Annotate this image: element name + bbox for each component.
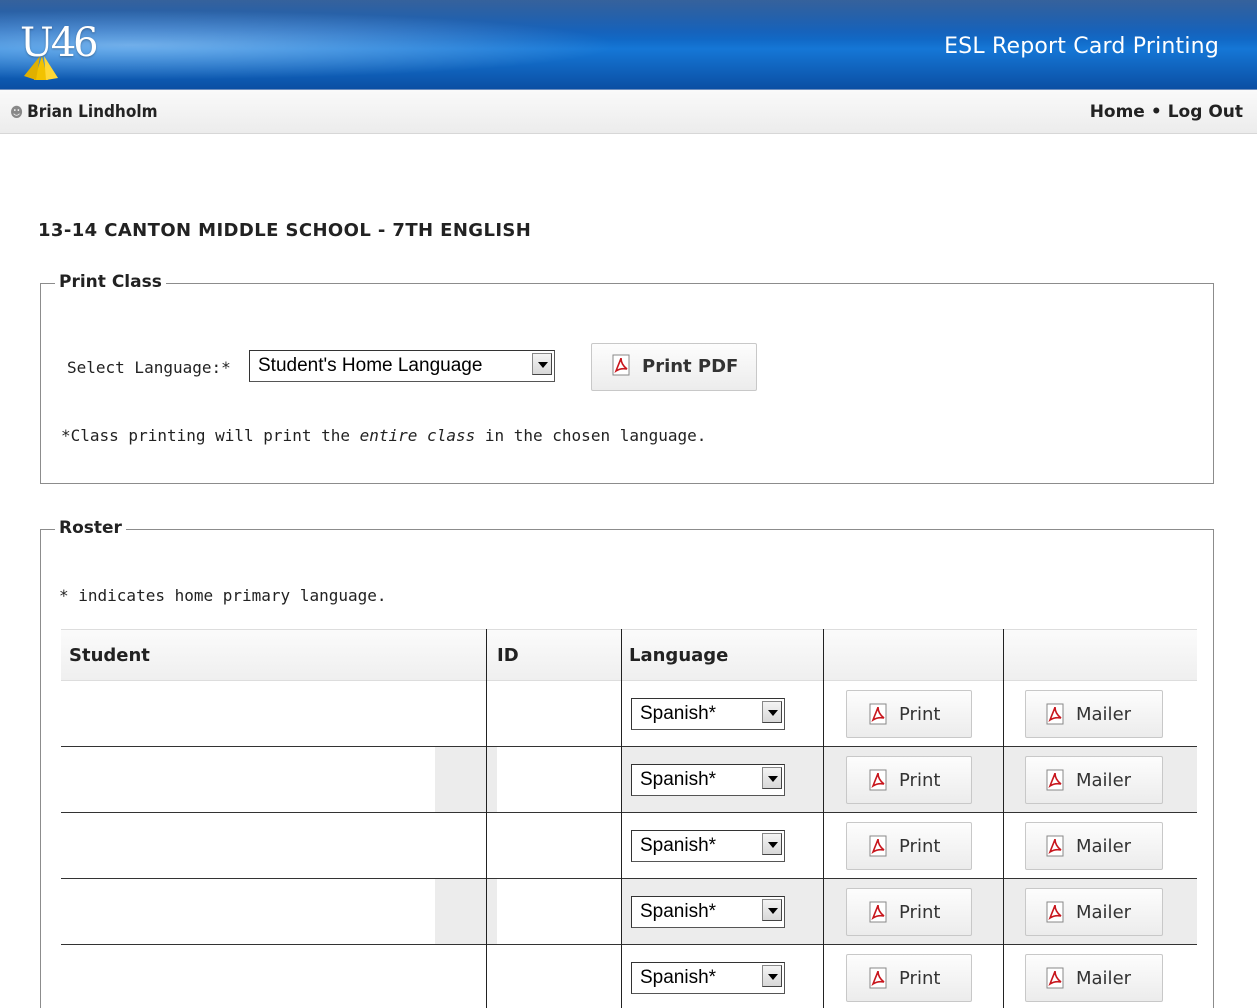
header-banner: U46 ESL Report Card Printing — [0, 0, 1257, 90]
select-language-label: Select Language:* — [67, 358, 231, 377]
column-divider — [823, 629, 824, 1008]
print-class-fieldset: Print Class Select Language:* Student's … — [40, 272, 1214, 484]
student-cell — [61, 747, 435, 813]
row-language-select[interactable]: Spanish* — [631, 896, 785, 928]
row-language-select[interactable]: Spanish* — [631, 962, 785, 994]
pdf-icon — [869, 967, 887, 989]
row-language-select[interactable]: Spanish* — [631, 698, 785, 730]
table-header: Student ID Language — [61, 629, 1197, 681]
mailer-button[interactable]: Mailer — [1025, 756, 1163, 804]
class-printing-note: *Class printing will print the entire cl… — [61, 426, 706, 445]
mailer-label: Mailer — [1076, 704, 1132, 725]
chevron-down-icon[interactable] — [762, 701, 782, 723]
id-cell — [497, 879, 621, 945]
mailer-button[interactable]: Mailer — [1025, 690, 1163, 738]
pdf-icon — [612, 354, 630, 376]
row-language-value: Spanish* — [640, 769, 717, 790]
print-button[interactable]: Print — [846, 756, 972, 804]
nav-home-link[interactable]: Home — [1090, 102, 1145, 122]
print-label: Print — [899, 902, 941, 923]
mailer-label: Mailer — [1076, 770, 1132, 791]
roster-note: * indicates home primary language. — [59, 586, 387, 605]
mailer-button[interactable]: Mailer — [1025, 888, 1163, 936]
print-button[interactable]: Print — [846, 822, 972, 870]
row-language-value: Spanish* — [640, 901, 717, 922]
chevron-down-icon[interactable] — [762, 767, 782, 789]
roster-legend: Roster — [55, 518, 126, 538]
col-header-id: ID — [497, 645, 519, 666]
column-divider — [621, 629, 622, 1008]
pdf-icon — [1046, 967, 1064, 989]
app-title: ESL Report Card Printing — [944, 34, 1219, 59]
id-cell — [497, 747, 621, 813]
chevron-down-icon[interactable] — [532, 353, 552, 375]
logo-text: U46 — [20, 20, 99, 66]
user-icon: ☻ — [10, 105, 24, 121]
col-header-student: Student — [69, 645, 150, 666]
print-pdf-button[interactable]: Print PDF — [591, 343, 757, 391]
pdf-icon — [1046, 901, 1064, 923]
col-header-language: Language — [629, 645, 729, 666]
mailer-label: Mailer — [1076, 902, 1132, 923]
nav-separator: • — [1150, 102, 1162, 122]
page-title: 13-14 CANTON MIDDLE SCHOOL - 7TH ENGLISH — [38, 220, 532, 241]
current-user: ☻ Brian Lindholm — [10, 102, 158, 122]
print-button[interactable]: Print — [846, 954, 972, 1002]
pdf-icon — [869, 703, 887, 725]
row-language-select[interactable]: Spanish* — [631, 764, 785, 796]
column-divider — [486, 629, 487, 1008]
row-language-value: Spanish* — [640, 835, 717, 856]
table-row: Spanish* Print Mailer — [61, 747, 1197, 813]
table-row: Spanish* Print Mailer — [61, 681, 1197, 747]
mailer-label: Mailer — [1076, 836, 1132, 857]
print-label: Print — [899, 968, 941, 989]
roster-fieldset: Roster * indicates home primary language… — [40, 518, 1214, 1008]
table-row: Spanish* Print Mailer — [61, 813, 1197, 879]
column-divider — [1003, 629, 1004, 1008]
print-label: Print — [899, 704, 941, 725]
mailer-label: Mailer — [1076, 968, 1132, 989]
row-language-value: Spanish* — [640, 967, 717, 988]
pdf-icon — [1046, 835, 1064, 857]
class-language-value: Student's Home Language — [258, 355, 483, 376]
chevron-down-icon[interactable] — [762, 833, 782, 855]
print-pdf-label: Print PDF — [642, 356, 739, 377]
note-prefix: *Class printing will print the — [61, 426, 360, 445]
user-name: Brian Lindholm — [27, 102, 158, 122]
chevron-down-icon[interactable] — [762, 965, 782, 987]
mailer-button[interactable]: Mailer — [1025, 954, 1163, 1002]
row-language-value: Spanish* — [640, 703, 717, 724]
print-label: Print — [899, 836, 941, 857]
print-button[interactable]: Print — [846, 888, 972, 936]
pdf-icon — [869, 901, 887, 923]
note-emphasis: entire class — [359, 426, 476, 445]
pdf-icon — [1046, 769, 1064, 791]
pdf-icon — [869, 769, 887, 791]
row-language-select[interactable]: Spanish* — [631, 830, 785, 862]
table-row: Spanish* Print Mailer — [61, 945, 1197, 1008]
top-nav: Home • Log Out — [1090, 102, 1243, 122]
pdf-icon — [1046, 703, 1064, 725]
user-bar: ☻ Brian Lindholm Home • Log Out — [0, 90, 1257, 134]
student-cell — [61, 879, 435, 945]
table-row: Spanish* Print Mailer — [61, 879, 1197, 945]
print-label: Print — [899, 770, 941, 791]
chevron-down-icon[interactable] — [762, 899, 782, 921]
print-button[interactable]: Print — [846, 690, 972, 738]
pdf-icon — [869, 835, 887, 857]
print-class-legend: Print Class — [55, 272, 166, 292]
note-suffix: in the chosen language. — [475, 426, 707, 445]
class-language-select[interactable]: Student's Home Language — [249, 350, 555, 382]
district-logo[interactable]: U46 — [12, 18, 102, 80]
mailer-button[interactable]: Mailer — [1025, 822, 1163, 870]
nav-logout-link[interactable]: Log Out — [1168, 102, 1243, 122]
